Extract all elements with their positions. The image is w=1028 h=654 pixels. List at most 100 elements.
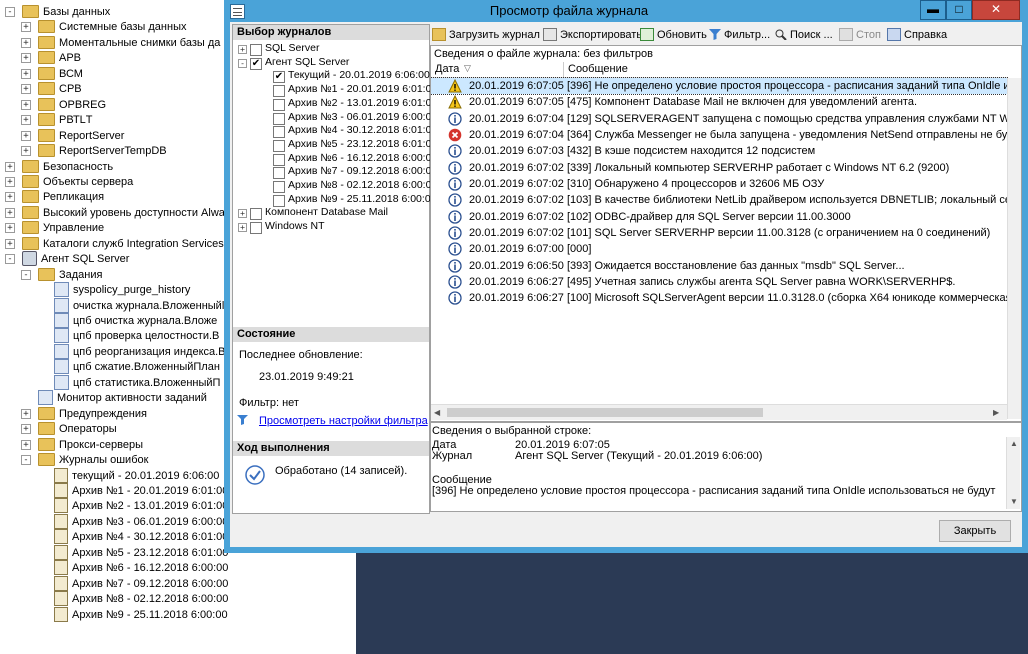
table-row[interactable]: 20.01.2019 6:07:04 [364] Служба Messenger… — [431, 127, 1021, 143]
tree-expander-icon[interactable]: + — [5, 177, 15, 187]
tree-expander-icon[interactable]: + — [21, 409, 31, 419]
table-row[interactable]: 20.01.2019 6:07:05 [475] Компонент Databa… — [431, 94, 1007, 110]
tree-node[interactable]: цпб проверка целостности.В — [54, 327, 219, 344]
tree-node[interactable]: Архив №2 - 13.01.2019 6:01:00 — [54, 497, 228, 514]
tree-expander-icon[interactable]: - — [21, 270, 31, 280]
log-checkbox[interactable] — [250, 222, 262, 235]
tree-node[interactable]: ReportServer — [38, 128, 124, 144]
tree-node[interactable]: Моментальные снимки базы да — [38, 35, 220, 51]
tree-node[interactable]: Каталоги служб Integration Services — [22, 236, 224, 252]
log-expander-icon[interactable]: + — [238, 223, 247, 233]
log-checkbox[interactable] — [273, 85, 285, 98]
tree-node[interactable]: Архив №5 - 23.12.2018 6:01:00 — [54, 544, 228, 561]
table-row[interactable]: 20.01.2019 6:06:50 [393] Ожидается восста… — [431, 258, 1007, 274]
log-checkbox[interactable]: ✔ — [250, 57, 262, 70]
title-bar[interactable]: Просмотр файла журнала ▬ □ ✕ — [224, 0, 1028, 22]
tree-node[interactable]: Задания — [38, 267, 102, 283]
horizontal-scrollbar[interactable]: ◀ ▶ — [431, 404, 1007, 420]
help-button[interactable]: Справка — [887, 27, 947, 43]
scroll-right-icon[interactable]: ▶ — [993, 408, 999, 417]
tree-expander-icon[interactable]: - — [5, 254, 15, 264]
scroll-up-icon[interactable]: ▲ — [1010, 439, 1018, 448]
tree-expander-icon[interactable]: + — [21, 115, 31, 125]
tree-node[interactable]: ВСМ — [38, 66, 83, 82]
tree-node[interactable]: ReportServerTempDB — [38, 143, 167, 159]
log-item-label[interactable]: SQL Server — [265, 42, 319, 54]
log-checkbox[interactable]: ✔ — [273, 71, 285, 84]
load-log-button[interactable]: Загрузить журнал — [432, 27, 540, 43]
log-expander-icon[interactable]: + — [238, 209, 247, 219]
log-item-label[interactable]: Архив №7 - 09.12.2018 6:00:00 — [288, 165, 437, 177]
log-item-label[interactable]: Текущий - 20.01.2019 6:06:00 — [288, 69, 430, 81]
tree-node[interactable]: СРВ — [38, 81, 82, 97]
vertical-scrollbar[interactable] — [1007, 78, 1021, 419]
tree-node[interactable]: АРВ — [38, 50, 81, 66]
tree-node[interactable]: Предупреждения — [38, 406, 147, 422]
tree-expander-icon[interactable]: + — [21, 100, 31, 110]
log-checkbox[interactable] — [273, 126, 285, 139]
tree-expander-icon[interactable]: + — [5, 239, 15, 249]
tree-node[interactable]: цпб сжатие.ВложенныйПлан — [54, 358, 220, 375]
tree-node[interactable]: Высокий уровень доступности Alwa — [22, 205, 225, 221]
table-row[interactable]: 20.01.2019 6:07:02 [101] SQL Server SERVE… — [431, 225, 1007, 241]
search-button[interactable]: Поиск ... — [775, 27, 833, 43]
tree-node[interactable]: Управление — [22, 220, 104, 236]
minimize-button[interactable]: ▬ — [920, 0, 946, 20]
tree-expander-icon[interactable]: + — [21, 146, 31, 156]
tree-node[interactable]: syspolicy_purge_history — [54, 281, 190, 298]
tree-node[interactable]: Архив №7 - 09.12.2018 6:00:00 — [54, 575, 228, 592]
log-item-label[interactable]: Архив №3 - 06.01.2019 6:00:00 — [288, 111, 437, 123]
tree-node[interactable]: Архив №9 - 25.11.2018 6:00:00 — [54, 606, 228, 623]
tree-expander-icon[interactable]: + — [21, 131, 31, 141]
maximize-button[interactable]: □ — [946, 0, 972, 20]
tree-expander-icon[interactable]: + — [21, 53, 31, 63]
refresh-button[interactable]: Обновить — [640, 27, 707, 43]
close-window-button[interactable]: ✕ — [972, 0, 1020, 20]
tree-node[interactable]: Монитор активности заданий — [38, 389, 207, 406]
tree-expander-icon[interactable]: + — [5, 192, 15, 202]
tree-node[interactable]: Базы данных — [22, 4, 110, 20]
tree-node[interactable]: цпб очистка журнала.Вложе — [54, 312, 217, 329]
table-row[interactable]: 20.01.2019 6:07:02 [339] Локальный компью… — [431, 160, 1007, 176]
tree-node[interactable]: Безопасность — [22, 159, 113, 175]
log-item-label[interactable]: Windows NT — [265, 220, 325, 232]
tree-node[interactable]: Архив №4 - 30.12.2018 6:01:00 — [54, 528, 228, 545]
log-checkbox[interactable] — [250, 44, 262, 56]
tree-node[interactable]: цпб реорганизация индекса.В — [54, 343, 226, 360]
tree-node[interactable]: Архив №1 - 20.01.2019 6:01:00 — [54, 482, 228, 499]
tree-node[interactable]: цпб статистика.ВложенныйП — [54, 374, 220, 391]
log-checkbox[interactable] — [273, 98, 285, 111]
stop-button[interactable]: Стоп — [839, 27, 881, 43]
close-button[interactable]: Закрыть — [939, 520, 1011, 542]
tree-expander-icon[interactable]: - — [21, 455, 31, 465]
log-item-label[interactable]: Компонент Database Mail — [265, 206, 388, 218]
log-checkbox[interactable] — [273, 153, 285, 166]
log-checkbox[interactable] — [273, 167, 285, 180]
scroll-left-icon[interactable]: ◀ — [434, 408, 440, 417]
table-row[interactable]: 20.01.2019 6:07:02 [103] В качестве библи… — [431, 192, 1021, 208]
tree-expander-icon[interactable]: + — [5, 208, 15, 218]
log-item-label[interactable]: Архив №2 - 13.01.2019 6:01:00 — [288, 97, 437, 109]
log-item-label[interactable]: Архив №1 - 20.01.2019 6:01:00 — [288, 83, 437, 95]
tree-expander-icon[interactable]: + — [21, 84, 31, 94]
tree-expander-icon[interactable]: + — [21, 424, 31, 434]
log-expander-icon[interactable]: - — [238, 58, 247, 68]
log-item-label[interactable]: Архив №5 - 23.12.2018 6:01:00 — [288, 138, 437, 150]
table-row[interactable]: 20.01.2019 6:07:05 [396] Не определено ус… — [431, 77, 1021, 95]
log-checkbox[interactable] — [250, 208, 262, 221]
tree-node[interactable]: Архив №6 - 16.12.2018 6:00:00 — [54, 559, 228, 576]
log-item-label[interactable]: Архив №8 - 02.12.2018 6:00:00 — [288, 179, 437, 191]
tree-expander-icon[interactable]: + — [21, 38, 31, 48]
tree-node[interactable]: РВТLТ — [38, 112, 93, 128]
table-row[interactable]: 20.01.2019 6:06:27 [495] Учетная запись с… — [431, 274, 1007, 290]
tree-node[interactable]: Агент SQL Server — [22, 250, 129, 267]
message-column-header[interactable]: Сообщение — [568, 63, 628, 75]
log-checkbox[interactable] — [273, 139, 285, 152]
tree-node[interactable]: Репликация — [22, 189, 104, 205]
table-row[interactable]: 20.01.2019 6:07:02 [310] Обнаружено 4 про… — [431, 176, 1007, 192]
tree-node[interactable]: Архив №8 - 02.12.2018 6:00:00 — [54, 590, 228, 607]
log-item-label[interactable]: Архив №4 - 30.12.2018 6:01:00 — [288, 124, 437, 136]
table-row[interactable]: 20.01.2019 6:06:27 [100] Microsoft SQLSer… — [431, 290, 1021, 306]
scroll-thumb[interactable] — [447, 408, 763, 417]
filter-button[interactable]: Фильтр... — [709, 27, 770, 43]
